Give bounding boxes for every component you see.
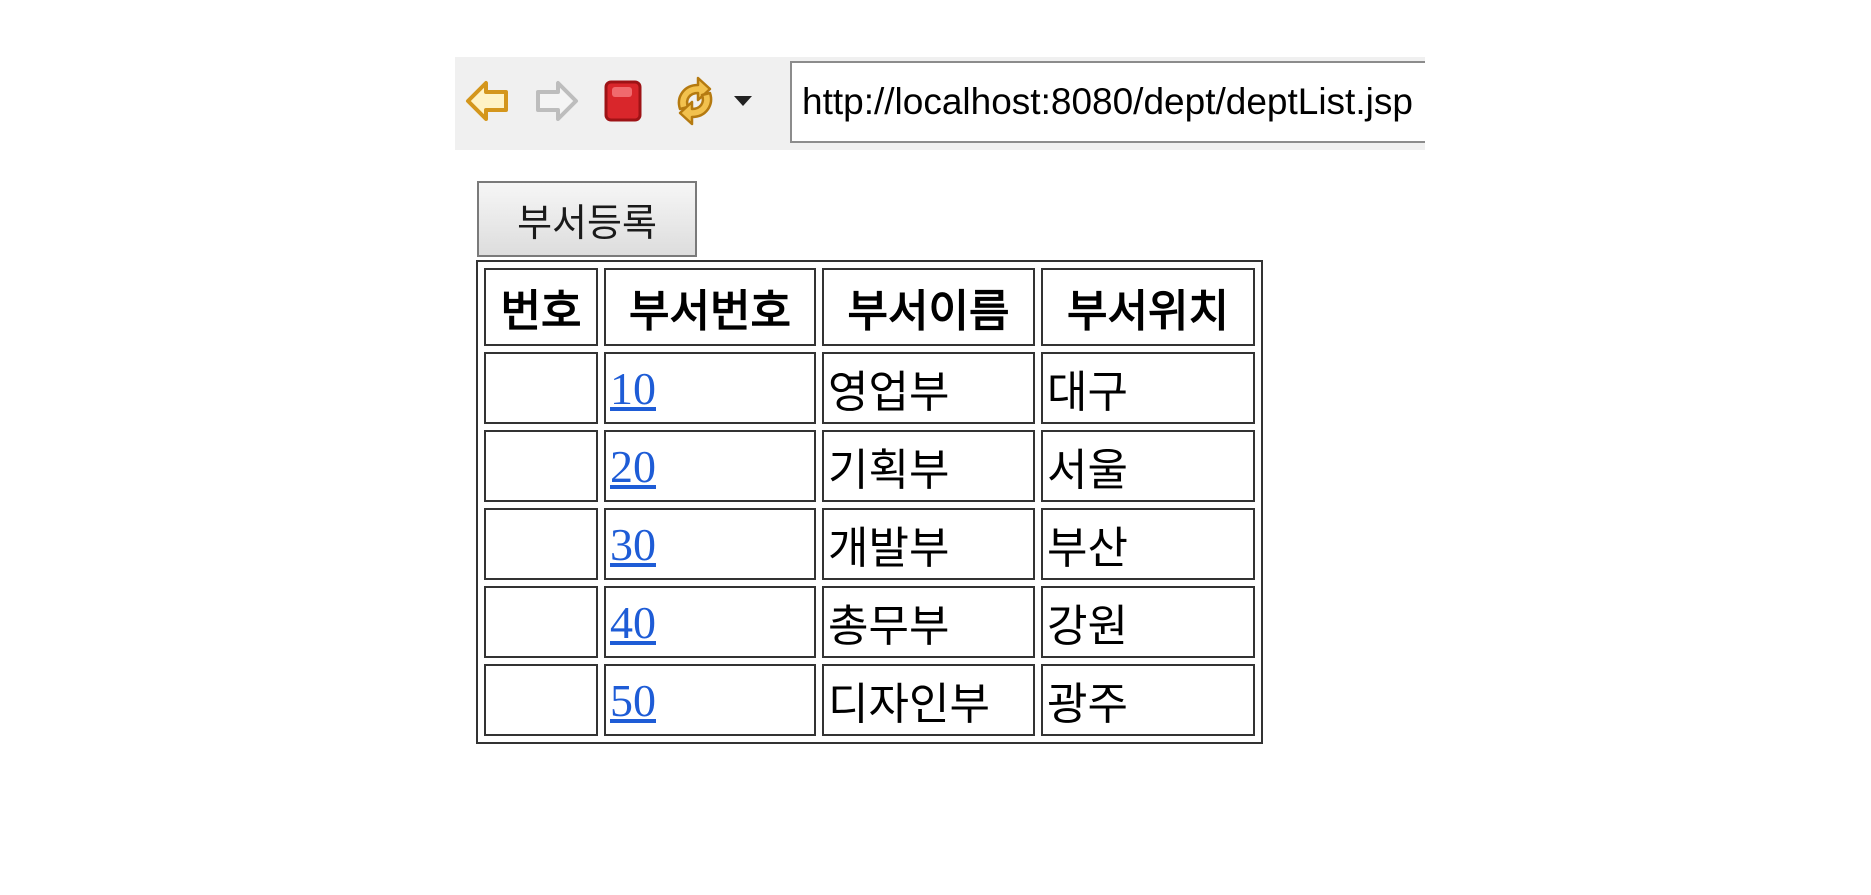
- cell-number: [484, 586, 598, 658]
- register-department-button[interactable]: 부서등록: [477, 181, 697, 257]
- department-table: 번호 부서번호 부서이름 부서위치 10 영업부 대구 20 기획부 서울 30: [476, 260, 1263, 744]
- cell-dept-name: 총무부: [822, 586, 1035, 658]
- back-button[interactable]: [460, 71, 516, 131]
- cell-dept-name: 기획부: [822, 430, 1035, 502]
- back-arrow-icon: [466, 81, 508, 121]
- table-row: 20 기획부 서울: [484, 430, 1255, 502]
- table-row: 40 총무부 강원: [484, 586, 1255, 658]
- cell-dept-location: 서울: [1041, 430, 1255, 502]
- cell-dept-location: 강원: [1041, 586, 1255, 658]
- forward-arrow-icon: [536, 81, 578, 121]
- dept-number-link[interactable]: 30: [610, 519, 656, 570]
- refresh-button[interactable]: [667, 71, 723, 131]
- header-number: 번호: [484, 268, 598, 346]
- table-row: 30 개발부 부산: [484, 508, 1255, 580]
- table-row: 10 영업부 대구: [484, 352, 1255, 424]
- forward-button[interactable]: [528, 71, 584, 131]
- dept-number-link[interactable]: 20: [610, 441, 656, 492]
- header-dept-number: 부서번호: [604, 268, 816, 346]
- cell-number: [484, 352, 598, 424]
- cell-dept-number: 30: [604, 508, 816, 580]
- cell-dept-number: 20: [604, 430, 816, 502]
- refresh-icon: [677, 76, 713, 126]
- cell-dept-location: 부산: [1041, 508, 1255, 580]
- history-dropdown-button[interactable]: [725, 71, 761, 131]
- dropdown-triangle-icon: [734, 96, 752, 106]
- header-dept-location: 부서위치: [1041, 268, 1255, 346]
- stop-button[interactable]: [595, 71, 651, 131]
- cell-dept-name: 개발부: [822, 508, 1035, 580]
- dept-number-link[interactable]: 40: [610, 597, 656, 648]
- dept-number-link[interactable]: 50: [610, 675, 656, 726]
- cell-number: [484, 664, 598, 736]
- cell-dept-location: 대구: [1041, 352, 1255, 424]
- cell-dept-number: 50: [604, 664, 816, 736]
- cell-dept-number: 40: [604, 586, 816, 658]
- browser-toolbar: http://localhost:8080/dept/deptList.jsp: [455, 57, 1425, 150]
- dept-number-link[interactable]: 10: [610, 363, 656, 414]
- table-row: 50 디자인부 광주: [484, 664, 1255, 736]
- cell-number: [484, 508, 598, 580]
- address-bar[interactable]: http://localhost:8080/dept/deptList.jsp: [790, 61, 1425, 143]
- cell-dept-location: 광주: [1041, 664, 1255, 736]
- stop-icon: [604, 80, 642, 122]
- table-header-row: 번호 부서번호 부서이름 부서위치: [484, 268, 1255, 346]
- browser-window: http://localhost:8080/dept/deptList.jsp …: [0, 0, 1871, 895]
- address-url: http://localhost:8080/dept/deptList.jsp: [802, 81, 1413, 122]
- header-dept-name: 부서이름: [822, 268, 1035, 346]
- cell-dept-number: 10: [604, 352, 816, 424]
- cell-number: [484, 430, 598, 502]
- cell-dept-name: 디자인부: [822, 664, 1035, 736]
- cell-dept-name: 영업부: [822, 352, 1035, 424]
